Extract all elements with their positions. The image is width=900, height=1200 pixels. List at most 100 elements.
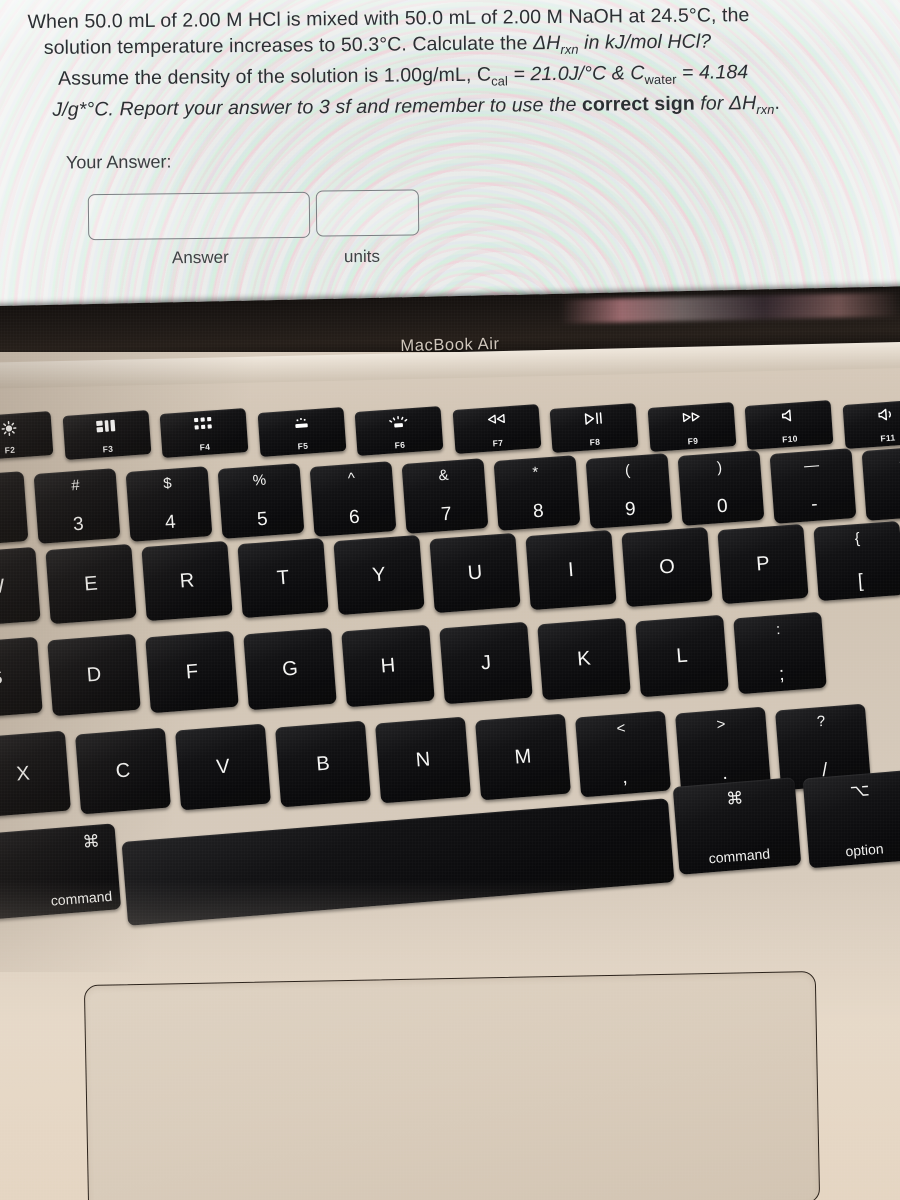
fn-key-f6[interactable]: F6 <box>354 405 444 456</box>
key-s[interactable]: S <box>0 636 43 720</box>
key-y[interactable]: Y <box>333 535 425 616</box>
fn-key-label: F2 <box>4 444 16 456</box>
command-symbol-icon: ⌘ <box>725 788 745 809</box>
key-command-left[interactable]: ⌘ command <box>0 823 122 923</box>
fn-key-label: F5 <box>296 440 309 452</box>
units-input[interactable] <box>315 189 420 237</box>
question-line-4: J/g*°C. Report your answer to 3 sf and r… <box>52 90 880 129</box>
fn-key-f7[interactable]: F7 <box>452 404 541 455</box>
key-l[interactable]: L <box>635 615 729 698</box>
key-legend-top: { <box>854 529 861 548</box>
key-minus[interactable]: — - <box>769 447 857 524</box>
key-legend: H <box>379 654 397 678</box>
rewind-icon <box>452 410 539 430</box>
key-legend-bottom: 8 <box>532 500 545 523</box>
key-legend-bottom: , <box>621 766 629 788</box>
key-u[interactable]: U <box>429 532 521 613</box>
correct-sign-emphasis: correct sign <box>581 92 695 117</box>
key-r[interactable]: R <box>141 541 233 622</box>
photo-of-macbook-air: When 50.0 mL of 2.00 M HCl is mixed with… <box>0 0 900 1200</box>
key-f[interactable]: F <box>145 630 239 714</box>
key-label: command <box>50 887 113 909</box>
key-plus[interactable]: += <box>861 445 900 521</box>
fn-key-f9[interactable]: F9 <box>647 401 736 452</box>
key-c[interactable]: C <box>75 727 171 815</box>
key-v[interactable]: V <box>175 723 271 811</box>
key-legend-top: & <box>437 466 450 485</box>
key-h[interactable]: H <box>341 624 435 707</box>
key-w[interactable]: W <box>0 546 41 628</box>
play-pause-icon <box>550 409 637 430</box>
key-legend-bottom: 5 <box>256 508 269 531</box>
key-i[interactable]: I <box>525 529 617 610</box>
answer-input[interactable] <box>87 191 311 241</box>
key-d[interactable]: D <box>47 633 141 717</box>
question-line-3-mid: = 21.0J/°C & C <box>507 62 645 86</box>
fn-key-label: F4 <box>199 441 211 453</box>
key-legend-top: # <box>70 477 81 495</box>
key-k[interactable]: K <box>537 618 631 701</box>
key-label: option <box>844 840 885 860</box>
key-7[interactable]: & 7 <box>401 458 489 534</box>
trackpad[interactable] <box>83 970 821 1200</box>
key-5[interactable]: % 5 <box>217 463 305 540</box>
answer-caption: Answer <box>171 247 229 268</box>
question-line-4-tail: . <box>774 92 781 115</box>
key-e[interactable]: E <box>45 543 137 625</box>
key-g[interactable]: G <box>243 627 337 710</box>
fn-key-f5[interactable]: F5 <box>257 406 346 457</box>
key-legend-top: ^ <box>347 469 356 487</box>
your-answer-label: Your Answer: <box>65 151 172 173</box>
key-legend: C <box>114 759 132 783</box>
mission-control-icon <box>62 416 149 438</box>
key-legend: N <box>414 748 432 772</box>
fn-key-f4[interactable]: F4 <box>159 408 249 459</box>
fn-key-f3[interactable]: F3 <box>62 409 151 460</box>
fn-key-label: F7 <box>491 437 504 449</box>
key-legend-top: $ <box>162 474 173 493</box>
laptop-screen: When 50.0 mL of 2.00 M HCl is mixed with… <box>0 0 900 312</box>
key-legend-bottom: 3 <box>72 513 85 536</box>
key-semicolon[interactable]: :; <box>733 611 827 695</box>
key-8[interactable]: * 8 <box>493 455 581 532</box>
key-command-right[interactable]: ⌘ command <box>672 777 802 875</box>
key-option-right[interactable]: ⌥ option <box>802 769 900 869</box>
command-symbol-icon: ⌘ <box>81 831 101 852</box>
key-3[interactable]: #3 <box>33 468 121 545</box>
fn-key-f10[interactable]: F10 <box>744 400 834 451</box>
key-legend-top: — <box>803 456 820 475</box>
delta-h-subscript: rxn <box>560 41 579 57</box>
fn-key-f11[interactable]: F11 <box>842 398 900 449</box>
key-o[interactable]: O <box>621 526 713 607</box>
key-2[interactable] <box>0 471 29 547</box>
key-4[interactable]: $4 <box>125 465 213 542</box>
key-b[interactable]: B <box>275 720 371 808</box>
key-bracket-left[interactable]: {[ <box>813 520 900 602</box>
fn-key-f8[interactable]: F8 <box>549 402 639 453</box>
key-x[interactable]: X <box>0 730 71 818</box>
key-j[interactable]: J <box>439 621 533 704</box>
key-t[interactable]: T <box>237 538 329 619</box>
key-legend-bottom: = <box>865 489 900 514</box>
question-text-block: When 50.0 mL of 2.00 M HCl is mixed with… <box>27 2 880 130</box>
key-p[interactable]: P <box>717 523 809 604</box>
key-6[interactable]: ^ 6 <box>309 460 397 537</box>
key-n[interactable]: N <box>375 716 471 804</box>
key-m[interactable]: M <box>475 713 571 801</box>
question-line-3-tail: = 4.184 <box>676 61 749 84</box>
key-legend: G <box>281 657 299 681</box>
key-legend-top: ( <box>624 461 631 480</box>
question-line-2-lead: solution temperature increases to 50.3°C… <box>43 31 534 59</box>
key-legend-top: * <box>531 464 540 482</box>
key-9[interactable]: (9 <box>585 452 673 529</box>
key-legend-top: ? <box>816 712 826 731</box>
key-legend: L <box>675 644 689 668</box>
key-space[interactable] <box>121 798 675 926</box>
keyboard: F2 F3 F4 F5 F6 F7 F8 F9 F10 F11 #3 $4% 5 ^ 6 & 7 * 8(9) 0— -… <box>0 352 900 952</box>
delta-h-symbol-2: ΔHrxn <box>728 92 775 118</box>
units-caption: units <box>343 246 381 267</box>
key-0[interactable]: ) 0 <box>677 450 765 527</box>
key-comma[interactable]: <, <box>575 710 671 798</box>
question-line-4-mid: for <box>694 92 730 115</box>
fn-key-f2[interactable]: F2 <box>0 411 54 461</box>
